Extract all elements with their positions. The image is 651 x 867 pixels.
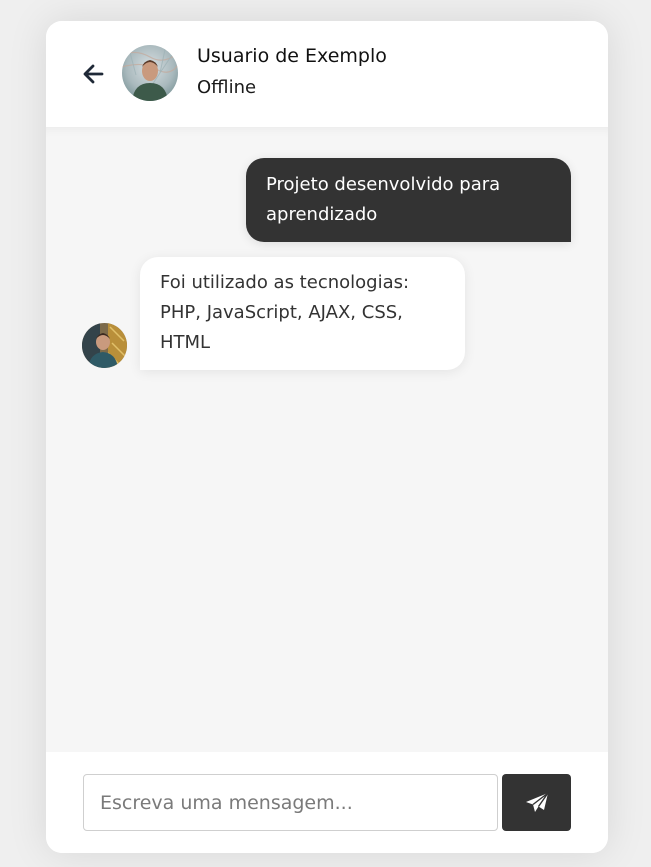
arrow-left-icon — [83, 64, 104, 84]
contact-name: Usuario de Exemplo — [197, 45, 387, 67]
outgoing-message: Projeto desenvolvido para aprendizado — [246, 158, 571, 242]
contact-status: Offline — [197, 77, 257, 98]
message-input[interactable] — [83, 774, 498, 831]
user-avatar[interactable] — [122, 45, 178, 101]
message-text: Foi utilizado as tecnologias: PHP, JavaS… — [160, 272, 410, 353]
message-text: Projeto desenvolvido para aprendizado — [266, 174, 501, 225]
send-button[interactable] — [502, 774, 571, 831]
back-button[interactable] — [81, 61, 107, 87]
user-avatar — [82, 323, 127, 368]
message-list[interactable]: Projeto desenvolvido para aprendizado Fo… — [46, 127, 608, 752]
message-composer — [46, 752, 608, 853]
chat-header: Usuario de Exemplo Offline — [46, 21, 608, 127]
paper-plane-icon — [525, 791, 549, 812]
chat-window: Usuario de Exemplo Offline Projeto desen… — [46, 21, 608, 853]
incoming-message: Foi utilizado as tecnologias: PHP, JavaS… — [140, 257, 465, 370]
incoming-message-row: Foi utilizado as tecnologias: PHP, JavaS… — [82, 257, 482, 370]
